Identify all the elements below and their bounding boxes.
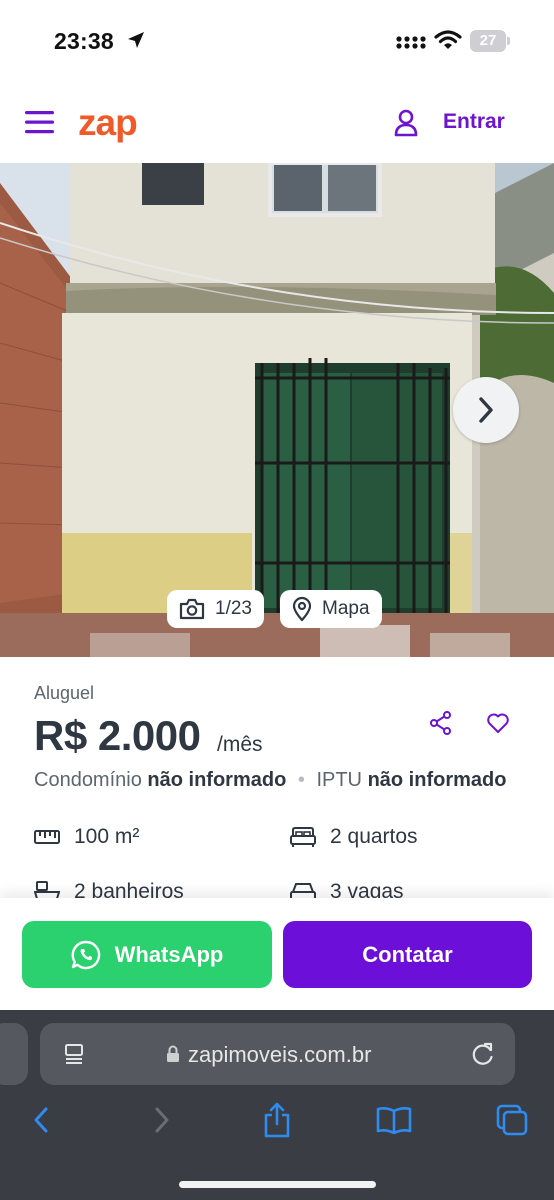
zap-logo[interactable]: zap <box>78 102 138 144</box>
status-bar: 23:38 27 <box>0 0 554 82</box>
next-photo-button[interactable] <box>453 377 519 443</box>
forward-arrow-icon[interactable] <box>153 1106 171 1134</box>
address-bar[interactable]: zapimoveis.com.br <box>40 1023 515 1085</box>
listing-type: Aluguel <box>34 683 95 703</box>
hamburger-menu-icon[interactable] <box>25 110 55 134</box>
feature-rooms: 2 quartos <box>290 825 418 849</box>
back-arrow-icon[interactable] <box>32 1106 50 1134</box>
location-arrow-icon <box>128 32 144 48</box>
photo-counter-button[interactable]: 1/23 <box>167 590 264 628</box>
contact-label: Contatar <box>362 941 453 967</box>
map-pin-icon <box>292 596 312 622</box>
bookmarks-icon[interactable] <box>376 1106 412 1134</box>
iptu-value: não informado <box>367 769 507 791</box>
home-indicator[interactable] <box>179 1181 376 1188</box>
contact-action-bar: WhatsApp Contatar <box>0 898 554 1010</box>
ruler-icon <box>34 830 60 844</box>
reload-icon[interactable] <box>470 1041 496 1067</box>
price-period: /mês <box>217 733 263 756</box>
lock-icon <box>167 1045 179 1062</box>
condo-value: não informado <box>147 769 287 791</box>
page-menu-icon[interactable] <box>64 1043 86 1065</box>
photo-counter: 1/23 <box>215 598 252 619</box>
fees-separator: • <box>297 769 305 791</box>
user-icon[interactable] <box>394 109 418 137</box>
condo-label: Condomínio <box>34 769 142 791</box>
tabs-icon[interactable] <box>496 1104 528 1136</box>
battery-level: 27 <box>479 32 497 49</box>
browser-toolbar: zapimoveis.com.br <box>0 1010 554 1200</box>
map-label: Mapa <box>322 598 370 619</box>
map-button[interactable]: Mapa <box>280 590 382 628</box>
feature-area: 100 m² <box>34 825 139 849</box>
battery-indicator: 27 <box>470 30 506 52</box>
clock: 23:38 <box>54 28 114 54</box>
chevron-right-icon <box>479 397 493 423</box>
login-link[interactable]: Entrar <box>443 110 505 134</box>
iptu-label: IPTU <box>316 769 362 791</box>
url-text: zapimoveis.com.br <box>188 1042 372 1067</box>
share-sheet-icon[interactable] <box>262 1102 292 1138</box>
camera-icon <box>179 598 205 620</box>
area-value: 100 m² <box>74 825 140 848</box>
previous-tab-preview[interactable] <box>0 1023 28 1085</box>
whatsapp-label: WhatsApp <box>114 941 224 967</box>
whatsapp-icon <box>71 940 100 969</box>
site-header: zap Entrar <box>0 82 554 164</box>
rooms-value: 2 quartos <box>330 825 418 848</box>
fees-info: Condomínio não informado • IPTU não info… <box>34 769 506 792</box>
battery-cap <box>507 37 510 45</box>
wifi-icon <box>434 30 462 49</box>
whatsapp-button[interactable]: WhatsApp <box>22 921 272 988</box>
share-icon[interactable] <box>430 711 452 735</box>
favorite-heart-icon[interactable] <box>486 712 510 734</box>
bed-icon <box>290 827 316 847</box>
contact-button[interactable]: Contatar <box>283 921 532 988</box>
cellular-signal-icon <box>396 36 426 49</box>
price: R$ 2.000 <box>34 712 201 759</box>
